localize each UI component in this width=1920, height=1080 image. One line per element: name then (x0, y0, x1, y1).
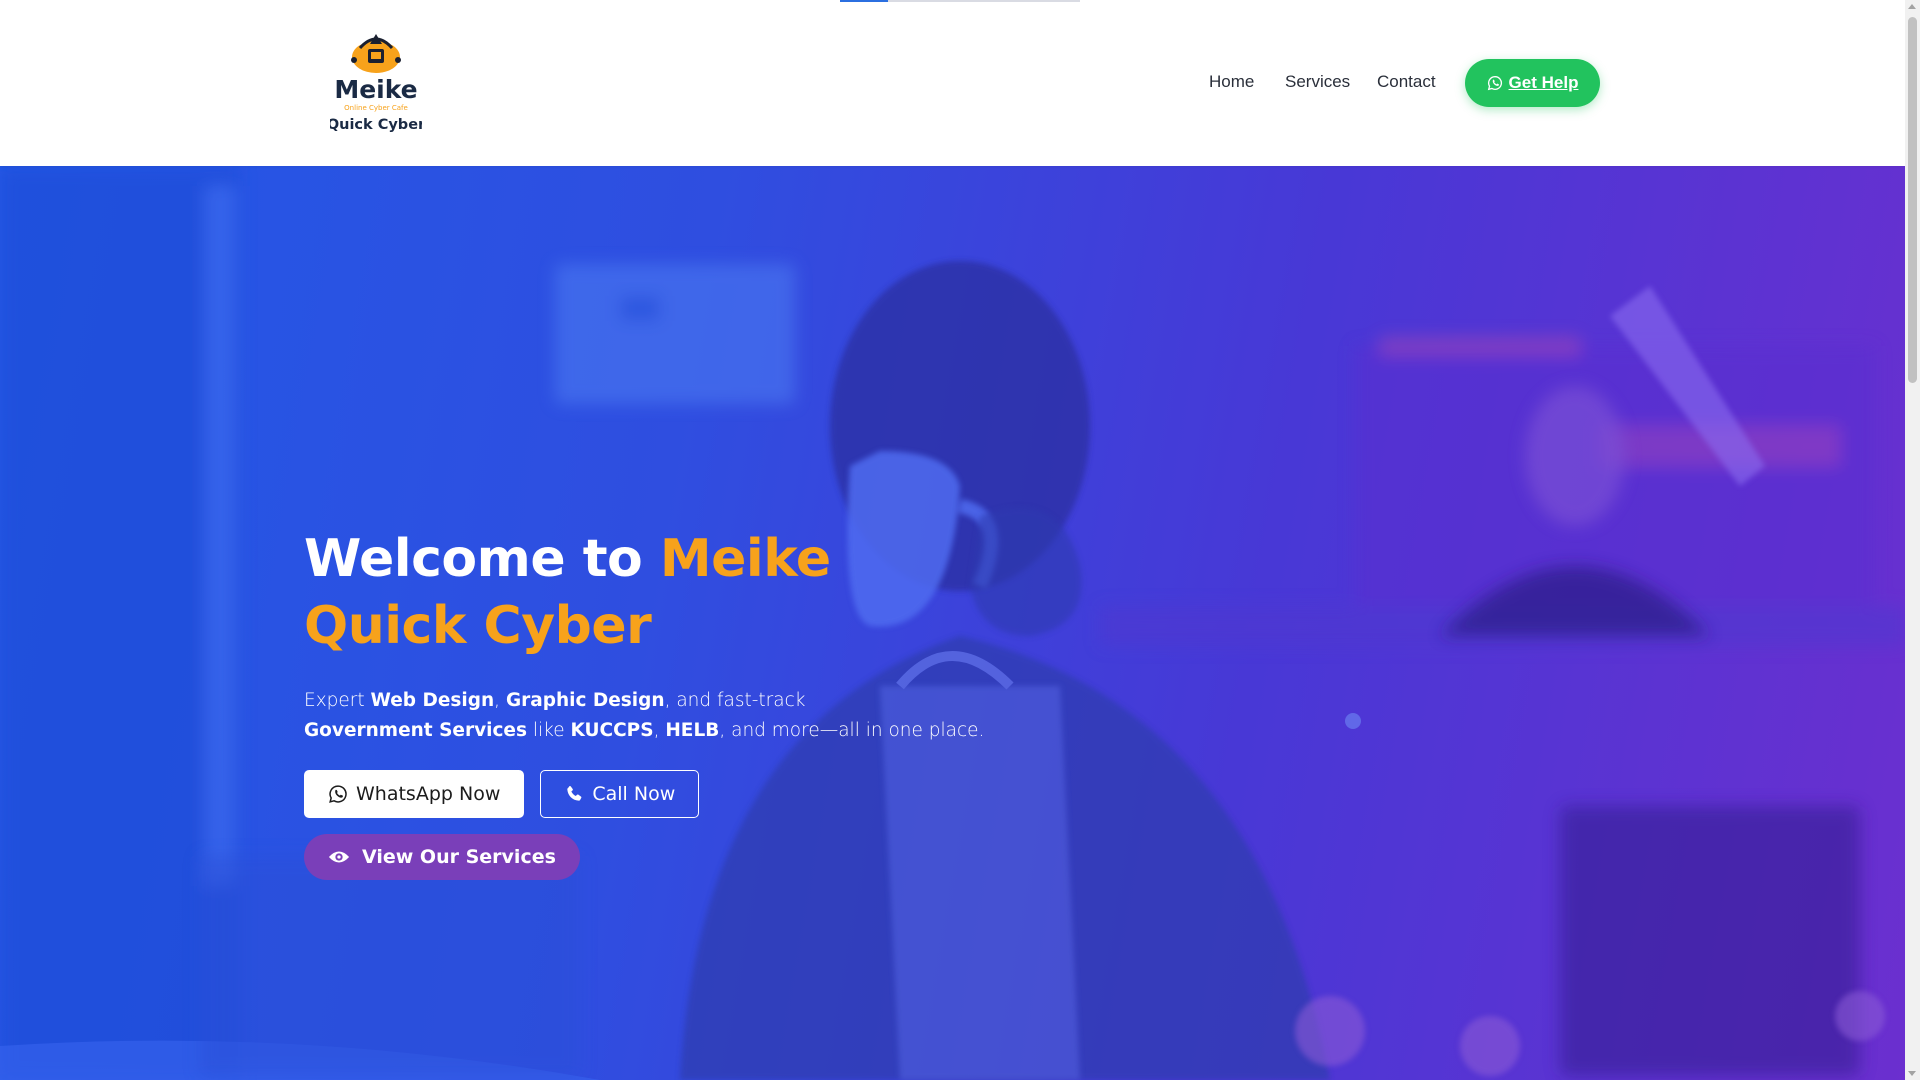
whatsapp-now-button[interactable]: WhatsApp Now (304, 770, 525, 818)
hero-title-prefix: Welcome to (304, 529, 660, 589)
desc-bold-helb: HELB (665, 720, 720, 741)
site-header: Meike Online Cyber Cafe Quick Cyber Home… (0, 0, 1905, 166)
scroll-down-arrow-icon[interactable] (1908, 1071, 1916, 1076)
vertical-scrollbar[interactable] (1905, 0, 1920, 1080)
logo-name-line2: Quick Cyber (330, 117, 422, 133)
nav-home-link[interactable]: Home (1209, 72, 1254, 92)
whatsapp-icon (1487, 75, 1502, 91)
hero-title: Welcome to Meike Quick Cyber (304, 526, 1004, 660)
scroll-up-arrow-icon[interactable] (1908, 4, 1916, 9)
get-help-label: Get Help (1508, 73, 1579, 92)
nav-services-link[interactable]: Services (1285, 72, 1350, 92)
hero-description: Expert Web Design, Graphic Design, and f… (304, 686, 1004, 746)
hero-section: Welcome to Meike Quick Cyber Expert Web … (0, 166, 1905, 1080)
eye-icon (328, 851, 350, 863)
view-services-button[interactable]: View Our Services (304, 834, 580, 880)
desc-text-5: , (653, 720, 666, 741)
desc-bold-kuccps: KUCCPS (570, 720, 654, 741)
page-progress-bar (840, 0, 1080, 2)
page-progress-fill (840, 0, 888, 2)
site-logo[interactable]: Meike Online Cyber Cafe Quick Cyber (330, 32, 422, 140)
desc-bold-government-services: Government Services (304, 720, 527, 741)
call-now-label: Call Now (592, 783, 676, 805)
call-now-button[interactable]: Call Now (540, 770, 700, 818)
get-help-button[interactable]: Get Help (1465, 59, 1600, 107)
logo-name-line1: Meike (334, 75, 417, 104)
view-services-label: View Our Services (362, 846, 556, 868)
desc-bold-web-design: Web Design (370, 690, 495, 711)
phone-icon (567, 785, 582, 801)
hero-button-row: WhatsApp Now Call Now (304, 770, 1004, 818)
hero-content: Welcome to Meike Quick Cyber Expert Web … (304, 526, 1004, 880)
desc-bold-graphic-design: Graphic Design (505, 690, 665, 711)
desc-text-2: , (494, 690, 506, 711)
desc-text-6: , and more—all in one place. (719, 720, 985, 741)
desc-text-1: Expert (304, 690, 371, 711)
whatsapp-icon (329, 785, 347, 803)
scrollbar-thumb[interactable] (1908, 17, 1917, 383)
nav-contact-link[interactable]: Contact (1377, 72, 1436, 92)
whatsapp-now-label: WhatsApp Now (356, 783, 501, 805)
desc-text-3: , and fast-track (664, 690, 806, 711)
desc-text-4: like (527, 720, 571, 741)
logo-tagline: Online Cyber Cafe (344, 104, 408, 112)
logo-graphic: Meike Online Cyber Cafe Quick Cyber (330, 34, 422, 133)
